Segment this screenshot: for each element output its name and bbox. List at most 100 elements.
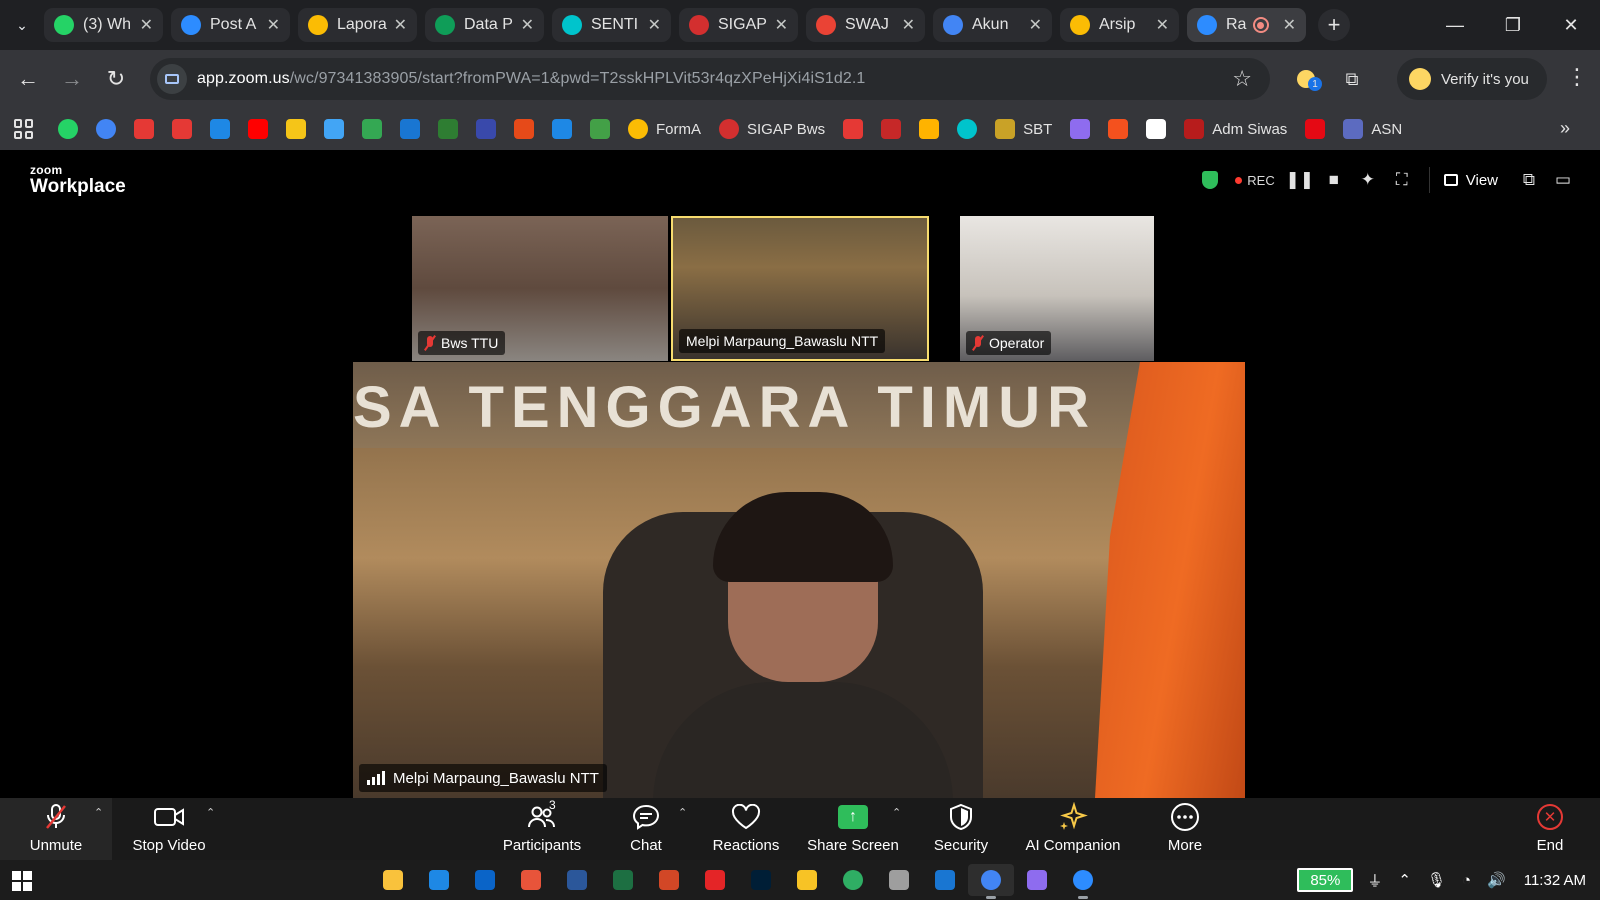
unmute-button[interactable]: Unmute [18, 798, 94, 860]
taskbar-app[interactable] [1014, 864, 1060, 896]
taskbar-app[interactable] [462, 864, 508, 896]
participant-tile[interactable]: Bws TTU [412, 216, 668, 361]
taskbar-app[interactable] [968, 864, 1014, 899]
reactions-button[interactable]: Reactions [710, 798, 782, 860]
forward-button[interactable]: → [50, 57, 94, 101]
verify-profile-button[interactable]: Verify it's you [1397, 58, 1547, 100]
browser-tab[interactable]: Post A ✕ [171, 8, 290, 42]
participant-tile[interactable]: Operator [960, 216, 1154, 361]
close-tab-icon[interactable]: ✕ [1029, 15, 1042, 35]
reload-button[interactable]: ↻ [94, 57, 138, 101]
browser-tab[interactable]: SWAJ ✕ [806, 8, 925, 42]
close-tab-icon[interactable]: ✕ [648, 15, 661, 35]
encryption-shield-icon[interactable] [1193, 166, 1227, 194]
bookmark-item[interactable] [881, 119, 902, 139]
show-hidden-icons-chevron-icon[interactable]: ⌃ [1398, 871, 1411, 889]
video-options-caret-icon[interactable]: ⌃ [206, 806, 215, 819]
bookmark-item[interactable] [1146, 119, 1167, 139]
microphone-icon[interactable]: 🎙 [1427, 871, 1446, 889]
close-tab-icon[interactable]: ✕ [775, 15, 788, 35]
focus-frame-icon[interactable]: ⛶ [1385, 166, 1419, 194]
browser-tab[interactable]: SENTI ✕ [552, 8, 671, 42]
close-tab-icon[interactable]: ✕ [902, 15, 915, 35]
close-tab-icon[interactable]: ✕ [1283, 15, 1296, 35]
view-button[interactable]: View [1443, 172, 1498, 189]
url-text[interactable]: app.zoom.us/wc/97341383905/start?fromPWA… [197, 70, 865, 88]
browser-menu-icon[interactable]: ⋮ [1566, 64, 1588, 90]
back-button[interactable]: ← [6, 57, 50, 101]
bookmark-item[interactable] [476, 119, 496, 139]
taskbar-app[interactable] [784, 864, 830, 896]
ai-companion-button[interactable]: AI Companion [1024, 798, 1122, 860]
site-info-icon[interactable] [157, 64, 187, 94]
security-button[interactable]: Security [930, 798, 992, 860]
bookmark-item[interactable] [58, 119, 78, 139]
close-tab-icon[interactable]: ✕ [267, 15, 280, 35]
bookmark-item[interactable] [96, 119, 116, 139]
bookmark-star-icon[interactable]: ☆ [1232, 66, 1252, 92]
chat-button[interactable]: Chat [616, 798, 676, 860]
extension-button[interactable]: 1 [1290, 63, 1322, 95]
bookmark-item[interactable]: Adm Siwas [1184, 119, 1287, 139]
bookmark-item[interactable] [514, 119, 534, 139]
share-screen-button[interactable]: ↑ Share Screen [806, 798, 900, 860]
taskbar-app[interactable] [600, 864, 646, 896]
speaker-volume-icon[interactable]: 🔊 [1487, 871, 1506, 889]
browser-tab[interactable]: Data P ✕ [425, 8, 544, 42]
minimize-button[interactable]: — [1426, 0, 1484, 50]
bookmark-item[interactable]: FormA [628, 119, 701, 139]
bookmark-item[interactable] [1070, 119, 1091, 139]
restore-button[interactable]: ❐ [1484, 0, 1542, 50]
new-tab-button[interactable]: + [1318, 9, 1350, 41]
participants-button[interactable]: 3 Participants [500, 798, 584, 860]
browser-tab[interactable]: SIGAP ✕ [679, 8, 798, 42]
pause-recording-icon[interactable]: ❚❚ [1283, 166, 1317, 194]
bookmark-item[interactable] [210, 119, 230, 139]
taskbar-app[interactable] [554, 864, 600, 896]
clock[interactable]: 11:32 AM [1524, 872, 1586, 889]
bookmark-item[interactable] [324, 119, 344, 139]
bookmark-item[interactable] [1108, 119, 1129, 139]
bookmark-item[interactable] [843, 119, 864, 139]
taskbar-app[interactable] [646, 864, 692, 896]
audio-options-caret-icon[interactable]: ⌃ [94, 806, 103, 819]
stop-video-button[interactable]: Stop Video [126, 798, 212, 860]
bookmark-item[interactable]: SBT [995, 119, 1052, 139]
tab-search-button[interactable]: ⌄ [0, 0, 44, 50]
share-options-caret-icon[interactable]: ⌃ [892, 806, 901, 819]
bookmark-item[interactable] [438, 119, 458, 139]
end-meeting-button[interactable]: ✕ End [1530, 798, 1570, 860]
bookmark-item[interactable] [362, 119, 382, 139]
bookmark-item[interactable]: SIGAP Bws [719, 119, 825, 139]
bookmark-item[interactable] [1305, 119, 1326, 139]
close-tab-icon[interactable]: ✕ [140, 15, 153, 35]
battery-indicator[interactable]: 85% [1297, 868, 1354, 892]
ai-sparkle-icon[interactable]: ✦ [1351, 166, 1385, 194]
bookmark-item[interactable] [134, 119, 154, 139]
taskbar-app[interactable] [738, 864, 784, 896]
bookmark-item[interactable] [919, 119, 940, 139]
speaker-video[interactable]: SA TENGGARA TIMUR Melpi Marpaung_Bawaslu… [353, 362, 1245, 798]
minimize-window-icon[interactable]: ▭ [1546, 166, 1580, 194]
bookmarks-overflow-icon[interactable]: » [1560, 118, 1570, 139]
browser-tab[interactable]: Lapora ✕ [298, 8, 417, 42]
close-tab-icon[interactable]: ✕ [1156, 15, 1169, 35]
stop-recording-icon[interactable]: ■ [1317, 166, 1351, 194]
browser-tab[interactable]: Arsip ✕ [1060, 8, 1179, 42]
bookmark-item[interactable] [552, 119, 572, 139]
browser-tab[interactable]: Akun ✕ [933, 8, 1052, 42]
taskbar-app[interactable] [830, 864, 876, 896]
windows-start-icon[interactable] [12, 871, 32, 891]
more-button[interactable]: More [1160, 798, 1210, 860]
taskbar-app[interactable] [922, 864, 968, 896]
taskbar-app[interactable] [692, 864, 738, 896]
picture-in-picture-icon[interactable]: ⧉ [1512, 166, 1546, 194]
bookmark-item[interactable] [590, 119, 610, 139]
bookmark-item[interactable] [172, 119, 192, 139]
close-window-button[interactable]: ✕ [1542, 0, 1600, 50]
address-bar[interactable]: app.zoom.us/wc/97341383905/start?fromPWA… [150, 58, 1270, 100]
taskbar-app[interactable] [1060, 864, 1106, 899]
close-tab-icon[interactable]: ✕ [394, 15, 407, 35]
apps-grid-icon[interactable] [14, 119, 34, 139]
participant-tile-active-speaker[interactable]: Melpi Marpaung_Bawaslu NTT [671, 216, 929, 361]
